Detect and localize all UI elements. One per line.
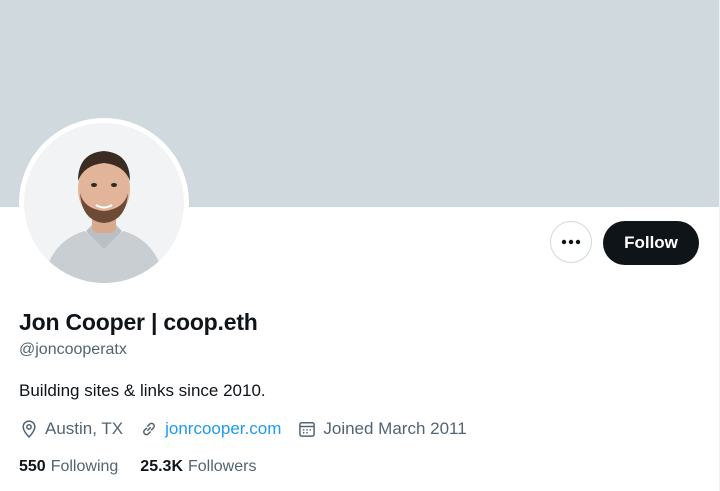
- user-handle: @joncooperatx: [19, 341, 127, 358]
- follow-button[interactable]: Follow: [603, 221, 699, 265]
- joined-item: Joined March 2011: [297, 419, 467, 439]
- followers-stat[interactable]: 25.3K Followers: [140, 458, 256, 476]
- calendar-icon: [299, 422, 316, 437]
- website-item: jonrcooper.com: [139, 419, 281, 439]
- avatar[interactable]: [24, 123, 184, 283]
- website-link[interactable]: jonrcooper.com: [165, 419, 281, 439]
- location-item: Austin, TX: [19, 419, 123, 439]
- location-text: Austin, TX: [45, 419, 124, 438]
- display-name: Jon Cooper | coop.eth: [19, 309, 258, 335]
- link-icon: [143, 422, 156, 436]
- followers-count: 25.3K: [140, 458, 183, 475]
- location-pin-icon: [22, 420, 36, 438]
- profile-meta: Austin, TX jonrcooper.com Joined March 2…: [19, 419, 483, 439]
- following-count: 550: [19, 458, 46, 475]
- following-stat[interactable]: 550 Following: [19, 458, 118, 476]
- joined-text: Joined March 2011: [323, 419, 467, 438]
- avatar-photo: [24, 123, 184, 283]
- followers-label: Followers: [188, 458, 257, 475]
- more-options-button[interactable]: [550, 221, 592, 263]
- avatar-frame: [19, 118, 189, 288]
- more-horizontal-icon: [561, 239, 581, 245]
- follow-stats: 550 Following 25.3K Followers: [19, 458, 278, 476]
- following-label: Following: [50, 458, 119, 475]
- profile-bio: Building sites & links since 2010.: [19, 381, 266, 400]
